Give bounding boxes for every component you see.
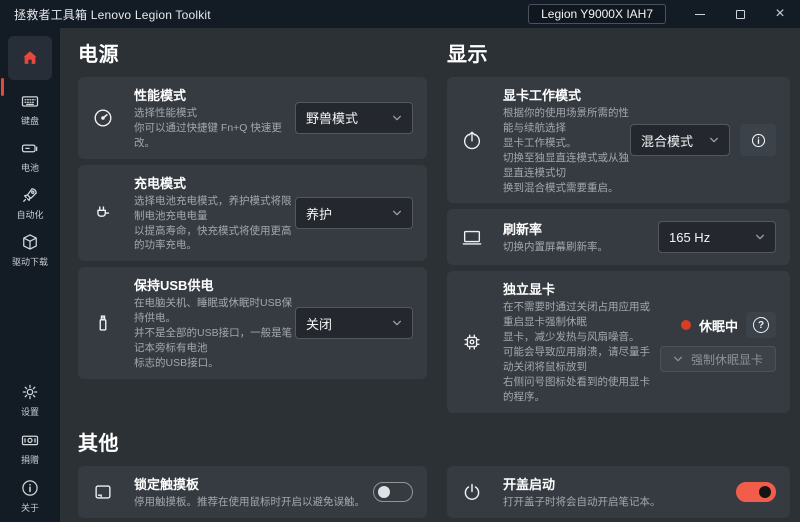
toggle-knob (759, 486, 771, 498)
gpu-status-text: 休眠中 (699, 316, 738, 335)
card-title: 开盖启动 (503, 474, 661, 493)
maximize-button[interactable] (720, 0, 760, 28)
charging-mode-select[interactable]: 养护 (295, 197, 413, 229)
gpu-status-dot (681, 320, 691, 330)
boot-on-lid-open-toggle[interactable] (736, 482, 776, 502)
sidebar: 键盘 电池 自动化 驱动下载 设置 (0, 28, 60, 522)
lock-touchpad-toggle[interactable] (373, 482, 413, 502)
card-refresh-rate: 刷新率 切换内置屏幕刷新率。 165 Hz (447, 209, 790, 265)
card-desc: 选择性能模式 你可以通过快捷键 Fn+Q 快速更改。 (134, 106, 295, 151)
force-sleep-gpu-button[interactable]: 强制休眠显卡 (660, 346, 776, 372)
info-icon (20, 478, 40, 498)
card-title: 独立显卡 (503, 279, 660, 298)
sidebar-item-label: 捐赠 (21, 453, 39, 466)
package-icon (20, 232, 40, 252)
card-discrete-gpu: 独立显卡 在不需要时通过关闭占用应用或重启显卡强制休眠 显卡，减少发热与风扇噪音… (447, 271, 790, 412)
sidebar-item-label: 电池 (21, 161, 39, 174)
section-title-power: 电源 (78, 38, 427, 67)
card-desc: 切换内置屏幕刷新率。 (503, 240, 608, 255)
gpu-mode-select[interactable]: 混合模式 (630, 124, 730, 156)
close-button[interactable]: × (760, 0, 800, 28)
card-charging-mode: 充电模式 选择电池充电模式，养护模式将限制电池充电电量 以提高寿命，快充模式将使… (78, 165, 427, 262)
chip-icon (459, 331, 485, 353)
gpu-mode-info-button[interactable] (740, 124, 776, 156)
gpu-status-help-button[interactable]: ? (746, 312, 776, 338)
card-lock-touchpad: 锁定触摸板 停用触摸板。推荐在使用鼠标时开启以避免误触。 (78, 466, 427, 518)
section-title-other: 其他 (78, 427, 790, 456)
titlebar: 拯救者工具箱 Lenovo Legion Toolkit Legion Y900… (0, 0, 800, 28)
sidebar-item-label: 自动化 (16, 208, 43, 221)
info-icon (750, 132, 767, 149)
touchpad-icon (90, 481, 116, 503)
select-value: 养护 (306, 204, 332, 223)
card-title: 性能模式 (134, 85, 295, 104)
select-value: 165 Hz (669, 230, 710, 245)
sidebar-item-automation[interactable]: 自动化 (16, 185, 43, 221)
sidebar-item-keyboard[interactable]: 键盘 (20, 91, 40, 127)
sidebar-item-label: 关于 (21, 501, 39, 514)
card-title: 刷新率 (503, 219, 608, 238)
select-value: 关闭 (306, 314, 332, 333)
device-model-badge[interactable]: Legion Y9000X IAH7 (528, 4, 666, 24)
card-boot-on-lid-open: 开盖启动 打开盖子时将会自动开启笔记本。 (447, 466, 790, 518)
chevron-down-icon (673, 354, 683, 364)
sidebar-item-battery[interactable]: 电池 (20, 138, 40, 174)
chevron-down-icon (392, 113, 402, 123)
select-value: 野兽模式 (306, 108, 358, 127)
sidebar-item-about[interactable]: 关于 (20, 478, 40, 514)
card-desc: 在不需要时通过关闭占用应用或重启显卡强制休眠 显卡，减少发热与风扇噪音。 可能会… (503, 300, 660, 404)
refresh-rate-select[interactable]: 165 Hz (658, 221, 776, 253)
app-title: 拯救者工具箱 Lenovo Legion Toolkit (0, 6, 211, 23)
card-usb-power: 保持USB供电 在电脑关机、睡眠或休眠时USB保持供电。 并不是全部的USB接口… (78, 267, 427, 379)
minimize-button[interactable] (680, 0, 720, 28)
card-title: 显卡工作模式 (503, 85, 630, 104)
card-desc: 选择电池充电模式，养护模式将限制电池充电电量 以提高寿命，快充模式将使用更高的功… (134, 194, 295, 254)
sidebar-item-dashboard[interactable] (8, 36, 52, 80)
sidebar-item-downloads[interactable]: 驱动下载 (12, 232, 48, 268)
card-title: 保持USB供电 (134, 275, 295, 294)
toggle-knob (378, 486, 390, 498)
question-icon: ? (753, 317, 769, 333)
card-desc: 停用触摸板。推荐在使用鼠标时开启以避免误触。 (134, 495, 365, 510)
home-icon (20, 48, 40, 68)
sidebar-item-label: 键盘 (21, 114, 39, 127)
card-desc: 打开盖子时将会自动开启笔记本。 (503, 495, 661, 510)
force-sleep-gpu-label: 强制休眠显卡 (691, 351, 763, 368)
sidebar-item-label: 驱动下载 (12, 255, 48, 268)
sidebar-item-label: 设置 (21, 405, 39, 418)
active-indicator (1, 78, 4, 96)
card-title: 充电模式 (134, 173, 295, 192)
power-icon (459, 481, 485, 503)
main-content: 电源 性能模式 选择性能模式 你可以通过快捷键 Fn+Q 快速更改。 (60, 28, 800, 522)
banknote-icon (20, 430, 40, 450)
charger-plug-icon (90, 202, 116, 224)
chevron-down-icon (755, 232, 765, 242)
chevron-down-icon (709, 135, 719, 145)
automation-rocket-icon (20, 185, 40, 205)
section-title-display: 显示 (447, 38, 790, 67)
chevron-down-icon (392, 208, 402, 218)
performance-mode-select[interactable]: 野兽模式 (295, 102, 413, 134)
battery-icon (20, 138, 40, 158)
card-desc: 根据你的使用场景所需的性能与续航选择 显卡工作模式。 切换至独显直连模式或从独显… (503, 106, 630, 195)
maximize-icon (736, 10, 745, 19)
chevron-down-icon (392, 318, 402, 328)
sidebar-item-donate[interactable]: 捐赠 (20, 430, 40, 466)
usb-icon (90, 312, 116, 334)
gauge-icon (90, 107, 116, 129)
gpu-switch-icon (459, 129, 485, 151)
card-performance-mode: 性能模式 选择性能模式 你可以通过快捷键 Fn+Q 快速更改。 野兽模式 (78, 77, 427, 159)
card-desc: 在电脑关机、睡眠或休眠时USB保持供电。 并不是全部的USB接口，一般是笔记本旁… (134, 296, 295, 371)
card-title: 锁定触摸板 (134, 474, 365, 493)
select-value: 混合模式 (641, 131, 693, 150)
minimize-icon (695, 14, 705, 15)
card-gpu-working-mode: 显卡工作模式 根据你的使用场景所需的性能与续航选择 显卡工作模式。 切换至独显直… (447, 77, 790, 203)
legion-toolkit-window: 拯救者工具箱 Lenovo Legion Toolkit Legion Y900… (0, 0, 800, 522)
sidebar-item-settings[interactable]: 设置 (20, 382, 40, 418)
gear-icon (20, 382, 40, 402)
close-icon: × (775, 5, 784, 23)
display-icon (459, 226, 485, 248)
usb-power-select[interactable]: 关闭 (295, 307, 413, 339)
keyboard-icon (20, 91, 40, 111)
